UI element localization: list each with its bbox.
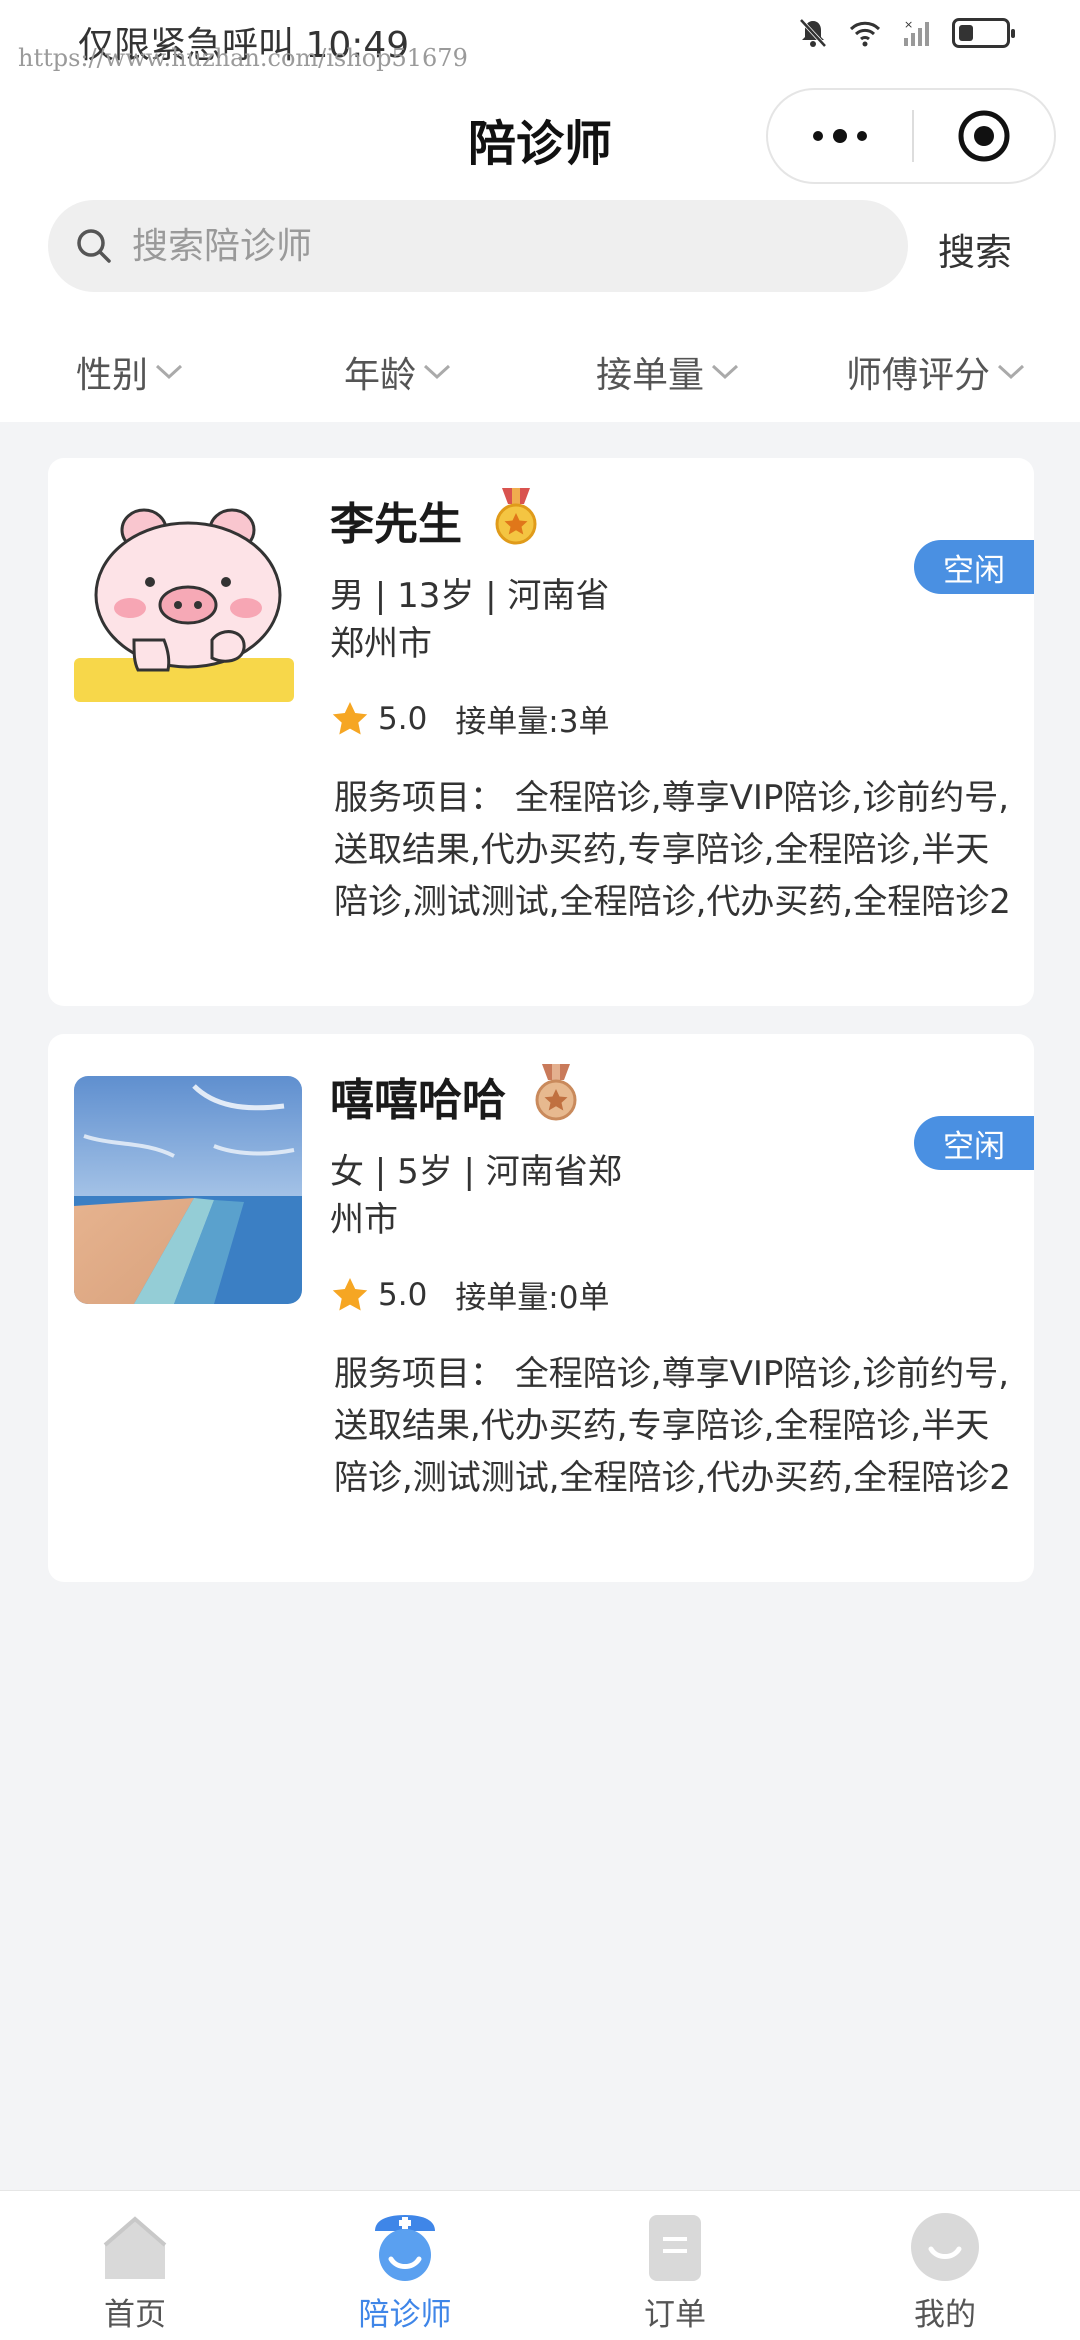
filter-label: 年龄 — [344, 355, 417, 396]
status-badge: 空闲 — [914, 1116, 1034, 1170]
escort-card[interactable]: 嘻嘻哈哈 空闲 女 | 5岁 | 河南省郑州市 5.0 接单量:0单 服务项目：… — [48, 1034, 1034, 1582]
chevron-down-icon — [424, 364, 451, 380]
order-count: 接单量:3单 — [455, 704, 610, 740]
tab-escort[interactable]: 陪诊师 — [305, 2209, 505, 2334]
status-badge: 空闲 — [914, 540, 1034, 594]
beach-avatar-image — [74, 1076, 302, 1304]
wifi-icon — [849, 21, 881, 47]
battery-icon — [952, 18, 1015, 48]
escort-icon — [375, 2215, 435, 2281]
order-icon — [649, 2215, 701, 2281]
escort-name: 嘻嘻哈哈 — [330, 1075, 506, 1126]
tab-home[interactable]: 首页 — [35, 2209, 235, 2334]
mini-program-capsule — [766, 88, 1056, 184]
tab-label: 首页 — [104, 2297, 166, 2333]
order-count: 接单量:0单 — [455, 1280, 610, 1316]
search-box[interactable] — [48, 200, 908, 292]
chevron-down-icon — [712, 364, 739, 380]
tab-label: 订单 — [644, 2297, 706, 2333]
avatar — [74, 490, 302, 718]
rating-value: 5.0 — [378, 1276, 428, 1313]
tab-profile[interactable]: 我的 — [845, 2209, 1045, 2334]
service-items: 服务项目： 全程陪诊,尊享VIP陪诊,诊前约号,送取结果,代办买药,专享陪诊,全… — [334, 778, 1011, 922]
watermark: https://www.huzhan.com/ishop51679 — [18, 44, 468, 72]
escort-rating: 5.0 接单量:3单 — [330, 696, 609, 741]
chevron-down-icon — [998, 364, 1025, 380]
filter-label: 接单量 — [596, 355, 705, 396]
chevron-down-icon — [156, 364, 183, 380]
search-input[interactable] — [132, 225, 832, 267]
gold-medal-icon — [495, 488, 537, 545]
star-icon — [332, 701, 368, 734]
filter-label: 性别 — [76, 355, 149, 396]
tab-label: 我的 — [914, 2297, 976, 2333]
avatar — [74, 1076, 302, 1304]
filter-order-count[interactable]: 接单量 — [596, 346, 740, 398]
escort-name: 李先生 — [330, 499, 462, 550]
escort-rating: 5.0 接单量:0单 — [330, 1272, 609, 1317]
search-icon — [77, 229, 111, 263]
escort-info: 男 | 13岁 | 河南省郑州市 — [330, 576, 610, 664]
filter-label: 师傅评分 — [846, 355, 991, 396]
mute-bell-icon — [799, 18, 827, 48]
pig-avatar-image — [74, 490, 302, 718]
bronze-medal-icon — [535, 1064, 577, 1121]
target-close-icon — [958, 110, 1010, 162]
svg-text:×: × — [904, 18, 913, 31]
bottom-tab-bar: 首页 陪诊师 订单 我的 — [0, 2190, 1080, 2340]
star-icon — [332, 1277, 368, 1310]
escort-card[interactable]: 李先生 空闲 男 | 13岁 | 河南省郑州市 5.0 接单量:3单 服务项目：… — [48, 458, 1034, 1006]
filter-rating[interactable]: 师傅评分 — [846, 346, 1026, 398]
signal-icon: × — [904, 18, 929, 46]
status-icons: × — [796, 16, 1015, 50]
service-items: 服务项目： 全程陪诊,尊享VIP陪诊,诊前约号,送取结果,代办买药,专享陪诊,全… — [334, 1354, 1011, 1498]
search-button[interactable]: 搜索 — [938, 222, 1012, 276]
filter-gender[interactable]: 性别 — [76, 346, 184, 398]
filter-age[interactable]: 年龄 — [344, 346, 452, 398]
tab-orders[interactable]: 订单 — [575, 2209, 775, 2334]
tab-label: 陪诊师 — [358, 2297, 452, 2333]
more-dots-icon — [813, 129, 867, 143]
home-icon — [103, 2216, 167, 2279]
close-button[interactable] — [914, 90, 1054, 182]
rating-value: 5.0 — [378, 700, 428, 737]
escort-info: 女 | 5岁 | 河南省郑州市 — [330, 1152, 622, 1240]
more-button[interactable] — [768, 90, 912, 182]
profile-icon — [911, 2213, 979, 2281]
